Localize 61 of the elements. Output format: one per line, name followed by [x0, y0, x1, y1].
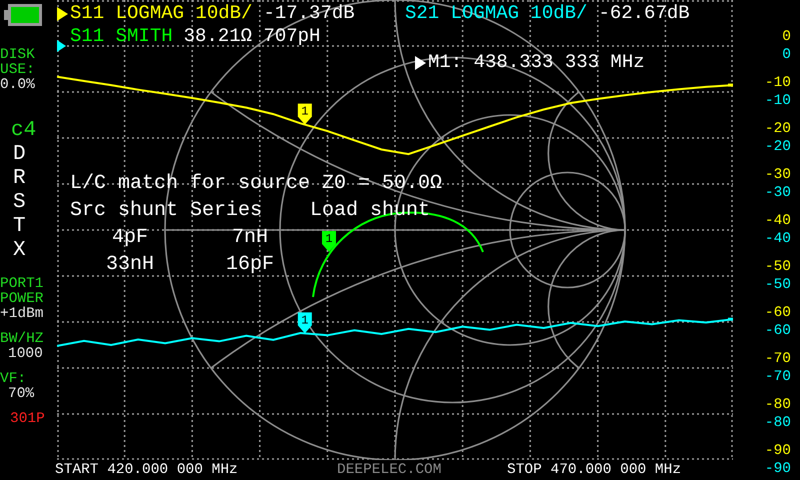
reference-icon [57, 40, 66, 52]
axis-tick-label: -10 [764, 93, 791, 109]
battery-icon [4, 4, 42, 26]
column-header: Series [190, 198, 264, 224]
disk-value: 0.0% [0, 78, 36, 93]
trace-value: -62.67dB [598, 2, 690, 25]
setting-value: +1dBm [0, 307, 45, 322]
trace-label[interactable]: S11 LOGMAG 10dB/ [70, 2, 252, 25]
axis-tick-label: 0 [782, 29, 791, 45]
axis-tick-label: -40 [764, 231, 791, 247]
marker-readout: M1: 438.333 333 MHz [428, 51, 645, 74]
axis-tick-label: -50 [764, 277, 791, 293]
setting-label: PORT1 [0, 277, 45, 292]
trace-value: 38.21Ω 707pH [184, 25, 320, 48]
disk-label: DISK [0, 48, 36, 63]
setting-label: VF: [0, 372, 28, 387]
calibration-flag-label: T [12, 215, 26, 239]
stop-frequency: STOP 470.000 000 MHz [507, 461, 682, 480]
setting-value: 70% [7, 387, 36, 402]
component-value: 33nH [106, 252, 154, 278]
calibration-flag-label: D [12, 143, 26, 167]
marker-badge: 1 [322, 231, 336, 252]
axis-tick-label: -90 [764, 461, 791, 477]
brand-text: DEEPELEC.COM [337, 461, 442, 480]
axis-tick-label: -90 [764, 443, 791, 459]
calibration-flag-label: S [12, 191, 26, 215]
trace-label[interactable]: S11 SMITH [70, 25, 173, 48]
axis-tick-label: -60 [764, 323, 791, 339]
axis-tick-label: 0 [782, 47, 791, 63]
axis-tick-label: -20 [764, 139, 791, 155]
points-count: 301P [9, 412, 46, 427]
axis-tick-label: -70 [764, 369, 791, 385]
setting-value: 1000 [7, 347, 44, 362]
trace-value: -17.37dB [263, 2, 355, 25]
component-value: 7nH [232, 225, 268, 251]
axis-tick-label: -40 [764, 213, 791, 229]
setting-label: BW/HZ [0, 332, 45, 347]
axis-tick-label: -10 [764, 75, 791, 91]
calibration-flag-label: X [12, 239, 26, 263]
axis-tick-label: -30 [764, 185, 791, 201]
trace-end-tick [728, 84, 733, 87]
marker-badge: 1 [298, 312, 312, 334]
disk-label: USE: [0, 63, 36, 78]
component-value: 4pF [112, 225, 148, 251]
column-header: Src shunt [70, 198, 180, 224]
axis-tick-label: -20 [764, 121, 791, 137]
calibration-slot: c4 [11, 119, 36, 143]
trace-end-tick [728, 318, 733, 321]
axis-tick-label: -30 [764, 167, 791, 183]
start-frequency: START 420.000 000 MHz [55, 461, 239, 480]
axis-tick-label: -80 [764, 415, 791, 431]
setting-label: POWER [0, 292, 45, 307]
component-value: 16pF [226, 252, 274, 278]
calibration-flag-label: R [12, 167, 26, 191]
marker-badge: 1 [298, 104, 312, 125]
axis-tick-label: -80 [764, 397, 791, 413]
trace-label[interactable]: S21 LOGMAG 10dB/ [405, 2, 588, 25]
axis-tick-label: -70 [764, 351, 791, 367]
lc-match-title: L/C match for source Z0 = 50.0Ω [70, 171, 442, 197]
axis-tick-label: -60 [764, 305, 791, 321]
axis-tick-label: -50 [764, 259, 791, 275]
